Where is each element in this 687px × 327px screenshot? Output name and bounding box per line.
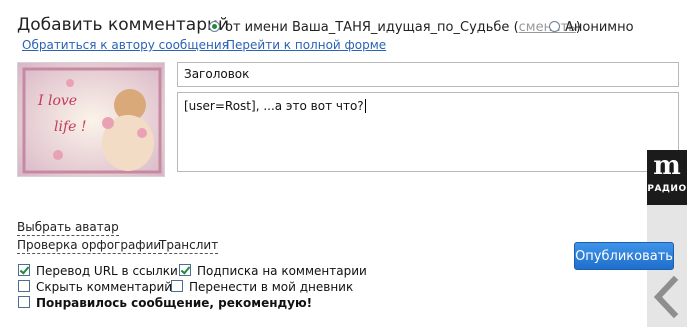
full-form-link[interactable]: Перейти к полной форме (226, 38, 386, 52)
spellcheck-link[interactable]: Проверка орфографии (17, 238, 162, 254)
contact-author-link[interactable]: Обратиться к автору сообщения (22, 38, 229, 52)
anonymous-option-label: Анонимно (565, 20, 634, 35)
subscribe-label: Подписка на комментарии (197, 264, 367, 278)
url-links-checkbox[interactable] (18, 264, 30, 276)
named-option-label: от имени Ваша_ТАНЯ_идущая_по_Судьбе (сме… (225, 20, 581, 35)
radio-logo: m (653, 151, 681, 181)
radio-widget[interactable]: m РАДИО (647, 150, 687, 205)
avatar-picture (18, 63, 164, 176)
comment-text: [user=Rost], ...а это вот что? (184, 99, 364, 113)
comment-textarea[interactable]: [user=Rost], ...а это вот что? (177, 92, 679, 172)
recommend-label: Понравилось сообщение, рекомендую! (36, 296, 313, 310)
subject-input[interactable]: Заголовок (177, 62, 679, 87)
radio-named[interactable] (209, 21, 220, 32)
subscribe-checkbox[interactable] (179, 264, 191, 276)
avatar-text-line2: life ! (54, 119, 87, 135)
text-cursor (364, 99, 366, 113)
translit-link[interactable]: Транслит (159, 238, 219, 254)
url-links-label: Перевод URL в ссылки (36, 264, 178, 278)
hide-comment-checkbox[interactable] (18, 280, 30, 292)
named-option-prefix: от имени Ваша_ТАНЯ_идущая_по_Судьбе ( (225, 20, 519, 35)
hide-comment-label: Скрыть комментарий (36, 280, 173, 294)
move-to-diary-label: Перенести в мой дневник (189, 280, 354, 294)
avatar-text-line1: I love (38, 93, 78, 109)
form-title: Добавить комментарий (17, 15, 230, 35)
back-arrow-icon[interactable] (648, 272, 686, 322)
radio-anonymous[interactable] (549, 21, 560, 32)
avatar-image: I love life ! (17, 62, 165, 177)
radio-label: РАДИО (647, 184, 687, 194)
recommend-checkbox[interactable] (18, 296, 30, 308)
choose-avatar-link[interactable]: Выбрать аватар (17, 220, 119, 236)
move-to-diary-checkbox[interactable] (171, 280, 183, 292)
publish-button[interactable]: Опубликовать (574, 242, 674, 270)
